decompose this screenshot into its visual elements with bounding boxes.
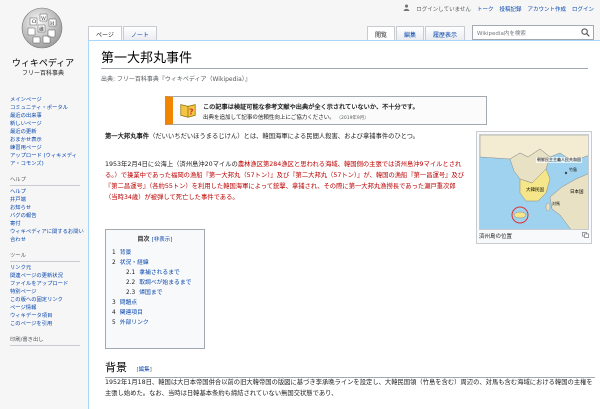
toc-item-4[interactable]: 4 関連項目 <box>112 308 198 318</box>
tab-page[interactable]: ページ <box>88 26 122 40</box>
map-label-south: 大韓民国 <box>526 188 544 193</box>
lead1-text: （だいいちだいほうまるじけん）とは、韓国海軍による民間人殺害、および拿捕事件のひ… <box>149 133 419 140</box>
user-icon <box>403 4 410 13</box>
infobox-caption-text: 済州島の位置 <box>479 234 513 240</box>
search-placeholder: Wikipedia内を検索 <box>477 31 526 37</box>
sidebar-item-random[interactable]: おまかせ表示 <box>10 136 86 144</box>
sidebar-item-community[interactable]: コミュニティ・ポータル <box>10 104 86 112</box>
create-account-link[interactable]: アカウント作成 <box>527 5 566 13</box>
toc-item-2[interactable]: 2 状況・経緯 <box>112 258 198 268</box>
lead-paragraph-2: 1953年2月4日に公海上（済州島沖20マイルの農林漁区第284漁区と思われる海… <box>105 159 465 203</box>
lead-bold-term: 第一大邦丸事件 <box>105 133 150 140</box>
section-heading-text: 背景 <box>105 361 127 374</box>
toc-title: 目次 [非表示] <box>112 234 198 243</box>
view-tabs: 閲覧 編集 履歴表示 <box>366 26 466 40</box>
sidebar-item-donate[interactable]: 寄付 <box>10 220 86 228</box>
svg-text:И: И <box>50 21 55 27</box>
map-label-tsushima: 対馬 <box>552 201 560 206</box>
wikipedia-logo[interactable]: Ω W И 維 ウィキペディア フリー百科事典 <box>0 0 86 86</box>
warning-date: （2019年9月） <box>336 116 369 121</box>
toc-item-3[interactable]: 3 問題点 <box>112 298 198 308</box>
svg-text:W: W <box>41 16 47 22</box>
wikipedia-globe-icon: Ω W И 維 <box>21 7 63 49</box>
sidebar-item-main-page[interactable]: メインページ <box>10 96 86 104</box>
logo-tagline: フリー百科事典 <box>21 70 64 77</box>
section-paragraph: 1952年1月18日、韓国は大日本帝国併合以前の旧大韓帝国の版図に基づき李承晩ラ… <box>105 379 593 397</box>
warning-title: この記事は検証可能な参考文献や出典が全く示されていないか、不十分です。 <box>203 104 419 111</box>
personal-tools: ログインしていません トーク 投稿記録 アカウント作成 ログイン <box>403 4 594 13</box>
section-edit: [編集] <box>136 367 152 373</box>
sidebar-item-upload-commons[interactable]: アップロード (ウィキメディア・コモンズ) <box>10 152 86 168</box>
sidebar-item-recent-changes[interactable]: 最近の更新 <box>10 128 86 136</box>
section-edit-link[interactable]: 編集 <box>139 367 150 373</box>
tab-history[interactable]: 履歴表示 <box>424 26 465 40</box>
section-heading-background: 背景 [編集] <box>105 359 595 378</box>
toc-item-2-3[interactable]: 2.3 帰国まで <box>112 288 198 298</box>
infobox: 朝鮮民主主義人民共和国 大韓民国 日本国 竹島 対馬 済州島の位置 <box>476 131 592 244</box>
toc-item-1[interactable]: 1 背景 <box>112 248 198 258</box>
toc-title-text: 目次 <box>137 236 150 243</box>
search-icon[interactable] <box>581 28 590 37</box>
sidebar-item-upload-file[interactable]: ファイルをアップロード <box>10 280 82 288</box>
tab-talk[interactable]: ノート <box>122 26 157 40</box>
page-subtitle: 出典: フリー百科事典『ウィキペディア（Wikipedia）』 <box>101 76 251 83</box>
sidebar-item-what-links-here[interactable]: リンク元 <box>10 264 86 272</box>
talk-link[interactable]: トーク <box>477 5 494 13</box>
sidebar-item-new-pages[interactable]: 新しいページ <box>10 120 86 128</box>
content-area: 第一大邦丸事件 出典: フリー百科事典『ウィキペディア（Wikipedia）』 … <box>88 40 600 409</box>
sidebar-item-special-pages[interactable]: 特別ページ <box>10 288 86 296</box>
sidebar-item-bug-report[interactable]: バグの報告 <box>10 212 86 220</box>
warning-text: 出典を追加して記事の信頼性向上にご協力ください。 （2019年9月） <box>203 113 369 121</box>
sidebar-heading-print[interactable]: 印刷/書き出し <box>10 336 80 346</box>
lead-paragraph-1: 第一大邦丸事件（だいいちだいほうまるじけん）とは、韓国海軍による民間人殺害、およ… <box>105 131 465 142</box>
sidebar-heading-help[interactable]: ヘルプ <box>10 176 80 186</box>
sidebar-item-current-events[interactable]: 最近の出来事 <box>10 112 86 120</box>
toc-item-2-2[interactable]: 2.2 取調べが始まるまで <box>112 278 198 288</box>
not-logged-in-text: ログインしていません <box>416 6 471 13</box>
jeju-location-map[interactable]: 朝鮮民主主義人民共和国 大韓民国 日本国 竹島 対馬 <box>479 134 589 230</box>
map-label-japan: 日本国 <box>570 190 584 195</box>
sidebar-item-notices[interactable]: お知らせ <box>10 204 86 212</box>
sidebar-item-cite[interactable]: このページを引用 <box>10 320 86 328</box>
sidebar-item-village-pump[interactable]: 井戸端 <box>10 196 86 204</box>
infobox-caption: 済州島の位置 <box>479 232 589 240</box>
toc-item-2-1[interactable]: 2.1 拿捕されるまで <box>112 268 198 278</box>
toc-toggle[interactable]: [非表示] <box>152 237 173 243</box>
sidebar-item-wikidata[interactable]: ウィキデータ項目 <box>10 312 86 320</box>
sidebar-item-related-changes[interactable]: 関連ページの更新状況 <box>10 272 86 280</box>
contributions-link[interactable]: 投稿記録 <box>499 5 521 13</box>
page-title: 第一大邦丸事件 <box>101 47 588 69</box>
svg-text:Ω: Ω <box>32 19 36 25</box>
map-image <box>480 135 588 229</box>
sidebar: メインページ コミュニティ・ポータル 最近の出来事 新しいページ 最近の更新 お… <box>10 96 86 348</box>
tab-edit[interactable]: 編集 <box>395 26 424 40</box>
search-input[interactable]: Wikipedia内を検索 <box>472 25 594 40</box>
sidebar-item-sandbox[interactable]: 練習用ページ <box>10 144 86 152</box>
svg-text:維: 維 <box>39 26 44 33</box>
namespace-tabs: ページ ノート <box>88 26 158 40</box>
citation-warning-box: ? この記事は検証可能な参考文献や出典が全く示されていないか、不十分です。 出典… <box>165 96 487 125</box>
sidebar-item-contact[interactable]: ウィキペディアに関するお問い合わせ <box>10 228 86 244</box>
lead2-text-a: 1953年2月4日に公海上（済州島沖20マイルの <box>105 161 238 168</box>
toc-item-5[interactable]: 5 外部リンク <box>112 318 198 328</box>
map-label-takeshima: 竹島 <box>569 167 577 172</box>
tab-read[interactable]: 閲覧 <box>366 26 395 40</box>
sidebar-item-page-info[interactable]: ページ情報 <box>10 304 86 312</box>
sidebar-heading-tools[interactable]: ツール <box>10 252 80 262</box>
login-link[interactable]: ログイン <box>572 5 594 13</box>
map-label-north: 朝鮮民主主義人民共和国 <box>537 157 581 162</box>
enlarge-icon[interactable] <box>582 232 589 240</box>
sidebar-item-permanent-link[interactable]: この版への固定リンク <box>10 296 86 304</box>
svg-text:?: ? <box>189 107 194 117</box>
warning-request: 出典を追加して記事の信頼性向上にご協力ください。 <box>203 115 335 121</box>
book-warning-icon: ? <box>180 104 196 118</box>
sidebar-item-help[interactable]: ヘルプ <box>10 188 86 196</box>
table-of-contents: 目次 [非表示] 1 背景 2 状況・経緯 2.1 拿捕されるまで 2.2 取調べが始ま… <box>105 229 205 349</box>
